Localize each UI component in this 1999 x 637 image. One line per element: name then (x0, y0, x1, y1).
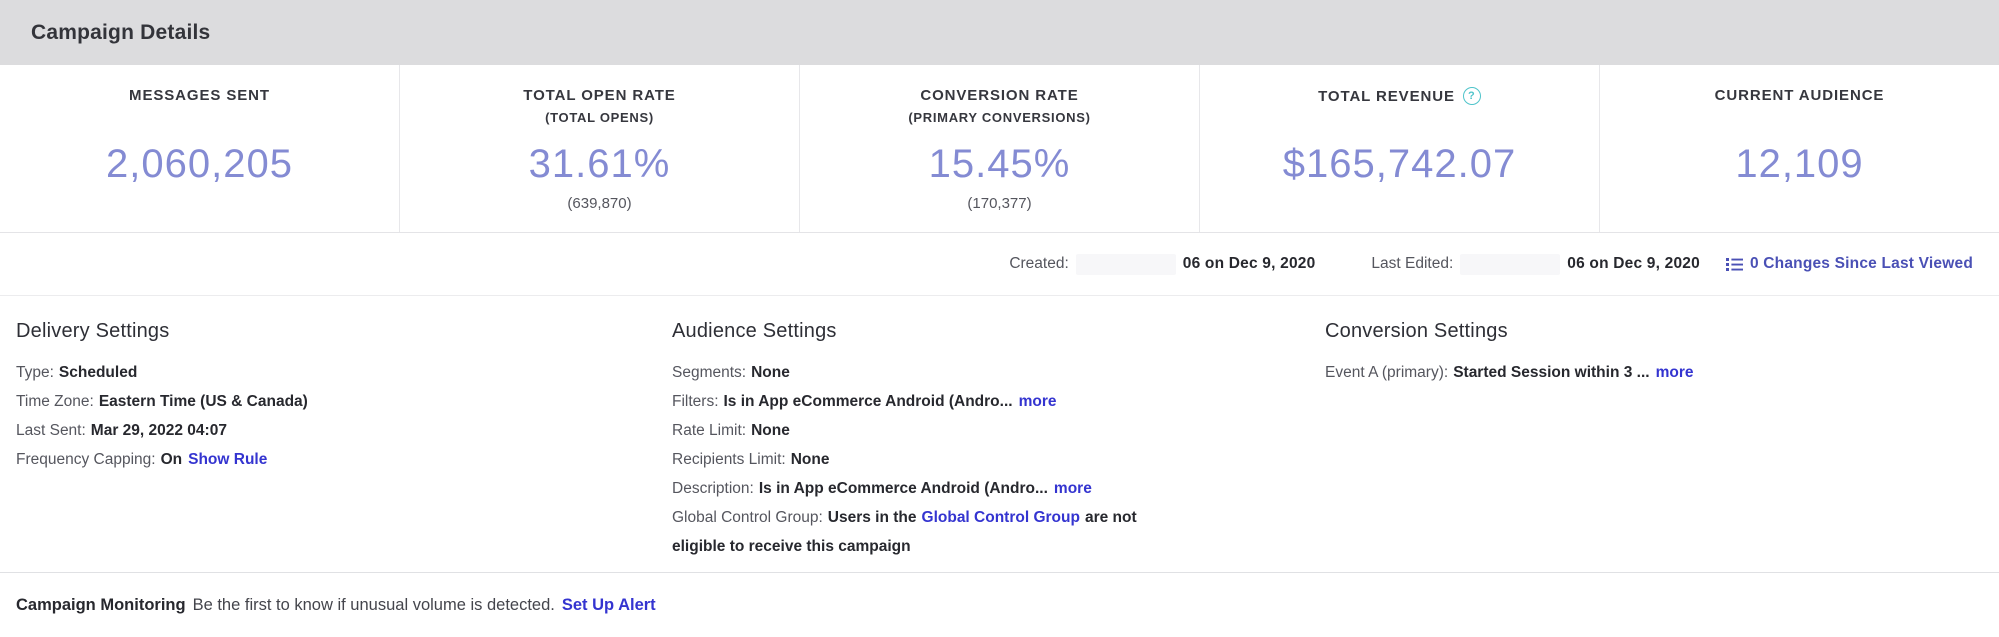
created-by-redacted (1076, 254, 1176, 275)
setting-value: Started Session within 3 ... (1453, 364, 1649, 381)
created-label: Created: (1009, 255, 1068, 273)
stat-subvalue (1200, 195, 1599, 213)
setting-event-a-primary: Event A (primary): Started Session within… (1325, 358, 1999, 387)
setting-type: Type: Scheduled (16, 358, 672, 387)
description-more-link[interactable]: more (1054, 480, 1092, 497)
setting-value: On (161, 451, 183, 468)
stat-subvalue: (639,870) (400, 195, 799, 213)
setting-label: Description: (672, 480, 754, 497)
filters-more-link[interactable]: more (1019, 393, 1057, 410)
setting-label: Type: (16, 364, 54, 381)
setting-frequency-capping: Frequency Capping: On Show Rule (16, 445, 672, 474)
stat-subvalue (1600, 195, 1999, 213)
stat-label: CURRENT AUDIENCE (1600, 87, 1999, 104)
delivery-settings-section: Delivery Settings Type: Scheduled Time Zo… (16, 320, 672, 572)
stat-sublabel: (TOTAL OPENS) (400, 110, 799, 125)
setting-value: Users in the (828, 509, 917, 526)
setting-segments: Segments: None (672, 358, 1154, 387)
global-control-group-link[interactable]: Global Control Group (922, 509, 1080, 526)
setting-value: Scheduled (59, 364, 137, 381)
show-rule-link[interactable]: Show Rule (188, 451, 267, 468)
setting-description: Description: Is in App eCommerce Android … (672, 474, 1154, 503)
conversion-settings-title: Conversion Settings (1325, 320, 1999, 343)
setting-label: Frequency Capping: (16, 451, 156, 468)
settings-area: Delivery Settings Type: Scheduled Time Zo… (0, 296, 1999, 573)
setting-value: Mar 29, 2022 04:07 (91, 422, 227, 439)
stats-row: MESSAGES SENT 2,060,205 TOTAL OPEN RATE … (0, 65, 1999, 233)
stat-label-text: TOTAL REVENUE (1318, 88, 1455, 105)
setting-value: Eastern Time (US & Canada) (99, 393, 308, 410)
set-up-alert-link[interactable]: Set Up Alert (562, 596, 656, 615)
stat-total-open-rate: TOTAL OPEN RATE (TOTAL OPENS) 31.61% (63… (399, 65, 799, 232)
setting-label: Time Zone: (16, 393, 94, 410)
stat-value: $165,742.07 (1200, 143, 1599, 185)
setting-label: Segments: (672, 364, 746, 381)
setting-label: Last Sent: (16, 422, 86, 439)
stat-conversion-rate: CONVERSION RATE (PRIMARY CONVERSIONS) 15… (799, 65, 1199, 232)
monitoring-description: Be the first to know if unusual volume i… (193, 596, 555, 615)
last-edited-by-redacted (1460, 254, 1560, 275)
conversion-settings-section: Conversion Settings Event A (primary): St… (1325, 320, 1999, 572)
setting-rate-limit: Rate Limit: None (672, 416, 1154, 445)
audience-settings-section: Audience Settings Segments: None Filters:… (672, 320, 1325, 572)
meta-row: Created: 06 on Dec 9, 2020 Last Edited: … (0, 233, 1999, 296)
setting-value: Is in App eCommerce Android (Andro... (759, 480, 1048, 497)
stat-value: 15.45% (800, 143, 1199, 185)
changes-link-label: 0 Changes Since Last Viewed (1750, 255, 1973, 273)
setting-last-sent: Last Sent: Mar 29, 2022 04:07 (16, 416, 672, 445)
help-tooltip-icon[interactable]: ? (1463, 87, 1481, 105)
stat-subvalue (0, 195, 399, 213)
setting-value: None (791, 451, 830, 468)
last-edited-value: 06 on Dec 9, 2020 (1567, 255, 1700, 273)
stat-label: CONVERSION RATE (800, 87, 1199, 104)
setting-value: None (751, 422, 790, 439)
setting-value: Is in App eCommerce Android (Andro... (724, 393, 1013, 410)
stat-label: TOTAL REVENUE? (1200, 87, 1599, 105)
stat-sublabel: (PRIMARY CONVERSIONS) (800, 110, 1199, 125)
stat-label: TOTAL OPEN RATE (400, 87, 799, 104)
setting-label: Global Control Group: (672, 509, 823, 526)
changes-since-last-viewed-link[interactable]: 0 Changes Since Last Viewed (1726, 255, 1973, 273)
setting-label: Recipients Limit: (672, 451, 786, 468)
event-more-link[interactable]: more (1656, 364, 1694, 381)
change-log-list-icon (1726, 257, 1743, 272)
setting-value: None (751, 364, 790, 381)
page-title: Campaign Details (31, 21, 210, 45)
setting-label: Filters: (672, 393, 719, 410)
setting-label: Event A (primary): (1325, 364, 1448, 381)
setting-recipients-limit: Recipients Limit: None (672, 445, 1154, 474)
created-value: 06 on Dec 9, 2020 (1183, 255, 1316, 273)
last-edited-label: Last Edited: (1371, 255, 1453, 273)
setting-label: Rate Limit: (672, 422, 746, 439)
stat-value: 31.61% (400, 143, 799, 185)
monitoring-title: Campaign Monitoring (16, 596, 186, 615)
stat-total-revenue: TOTAL REVENUE? $165,742.07 (1199, 65, 1599, 232)
campaign-monitoring-bar: Campaign Monitoring Be the first to know… (0, 573, 1999, 637)
stat-value: 2,060,205 (0, 143, 399, 185)
stat-label: MESSAGES SENT (0, 87, 399, 104)
setting-filters: Filters: Is in App eCommerce Android (And… (672, 387, 1154, 416)
stat-subvalue: (170,377) (800, 195, 1199, 213)
stat-value: 12,109 (1600, 143, 1999, 185)
audience-settings-title: Audience Settings (672, 320, 1325, 343)
stat-messages-sent: MESSAGES SENT 2,060,205 (0, 65, 399, 232)
campaign-details-header: Campaign Details (0, 0, 1999, 65)
stat-current-audience: CURRENT AUDIENCE 12,109 (1599, 65, 1999, 232)
setting-time-zone: Time Zone: Eastern Time (US & Canada) (16, 387, 672, 416)
delivery-settings-title: Delivery Settings (16, 320, 672, 343)
setting-global-control-group: Global Control Group: Users in the Global … (672, 503, 1154, 561)
